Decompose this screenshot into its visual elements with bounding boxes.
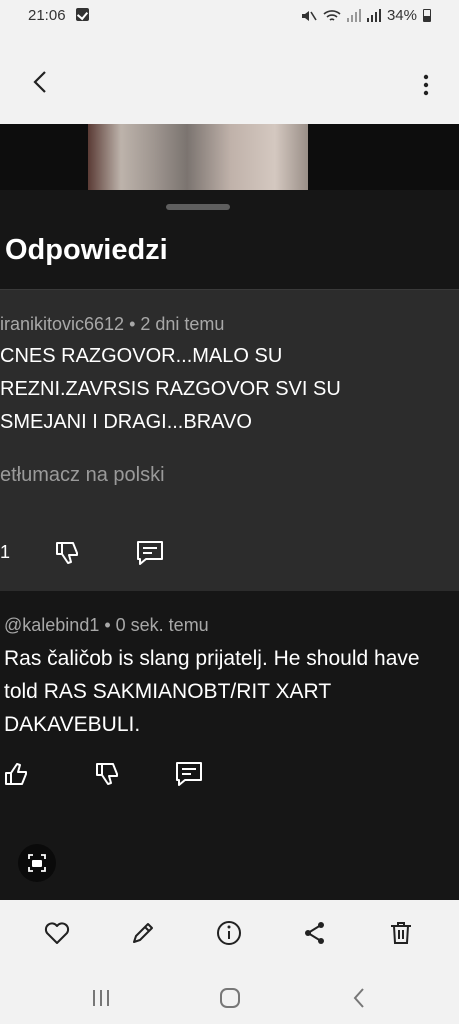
share-icon[interactable] <box>300 918 330 948</box>
comment-line: DAKAVEBULI. <box>4 713 141 736</box>
comment-age: 2 dni temu <box>140 314 225 334</box>
comment-line: CNES RAZGOVOR...MALO SU <box>0 345 283 367</box>
comment-line: told RAS SAKMIANOBT/RIT XART <box>4 680 332 703</box>
pencil-icon[interactable] <box>128 918 158 948</box>
notification-icon <box>76 8 89 21</box>
mute-icon <box>301 10 317 21</box>
sheet-title: Odpowiedzi <box>5 234 168 266</box>
comment-line: Ras čaličob is slang prijatelj. He shoul… <box>4 647 420 670</box>
info-icon[interactable] <box>214 918 244 948</box>
screenshot-icon <box>28 854 46 872</box>
comment-author[interactable]: @kalebind1 <box>4 615 99 635</box>
comment-age: 0 sek. temu <box>115 615 209 635</box>
system-nav-bar <box>0 972 459 1024</box>
wifi-icon <box>323 9 341 21</box>
comment-author[interactable]: iranikitovic6612 <box>0 314 124 334</box>
more-vertical-icon[interactable] <box>423 74 429 96</box>
back-arrow-icon[interactable] <box>30 70 50 94</box>
battery-icon <box>423 9 431 22</box>
battery-percent: 34% <box>386 7 417 24</box>
drag-handle[interactable] <box>166 204 230 210</box>
bottom-action-bar <box>0 900 459 972</box>
status-bar: 21:06 34% <box>0 0 459 32</box>
reply-comment: @kalebind1 • 0 sek. temu Ras čaličob is … <box>0 591 459 891</box>
comment-line: REZNI.ZAVRSIS RAZGOVOR SVI SU <box>0 378 341 400</box>
trash-icon[interactable] <box>386 918 416 948</box>
nav-back-icon[interactable] <box>348 986 372 1010</box>
comment-line: SMEJANI I DRAGI...BRAVO <box>0 411 252 433</box>
comment-meta: iranikitovic6612 • 2 dni temu <box>0 314 225 334</box>
like-count: 1 <box>0 542 11 562</box>
translate-link[interactable]: etłumacz na polski <box>0 464 165 487</box>
reply-icon[interactable] <box>174 759 204 789</box>
status-time: 21:06 <box>28 7 66 24</box>
video-player[interactable] <box>0 124 459 192</box>
thumbs-down-icon[interactable] <box>53 538 83 568</box>
thumbs-down-icon[interactable] <box>93 759 123 789</box>
signal-icon <box>346 9 361 22</box>
replies-sheet: Odpowiedzi iranikitovic6612 • 2 dni temu… <box>0 190 459 900</box>
status-icons: 34% <box>301 7 431 24</box>
main-comment: iranikitovic6612 • 2 dni temu CNES RAZGO… <box>0 290 459 591</box>
video-frame <box>88 124 308 192</box>
heart-icon[interactable] <box>42 918 72 948</box>
top-app-bar <box>0 32 459 124</box>
signal-icon-2 <box>366 9 381 22</box>
reply-icon[interactable] <box>135 538 165 568</box>
recents-icon[interactable] <box>89 986 113 1010</box>
thumbs-up-icon[interactable] <box>2 759 32 789</box>
home-icon[interactable] <box>218 986 242 1010</box>
comment-meta: @kalebind1 • 0 sek. temu <box>4 615 209 635</box>
screenshot-button[interactable] <box>18 844 56 882</box>
